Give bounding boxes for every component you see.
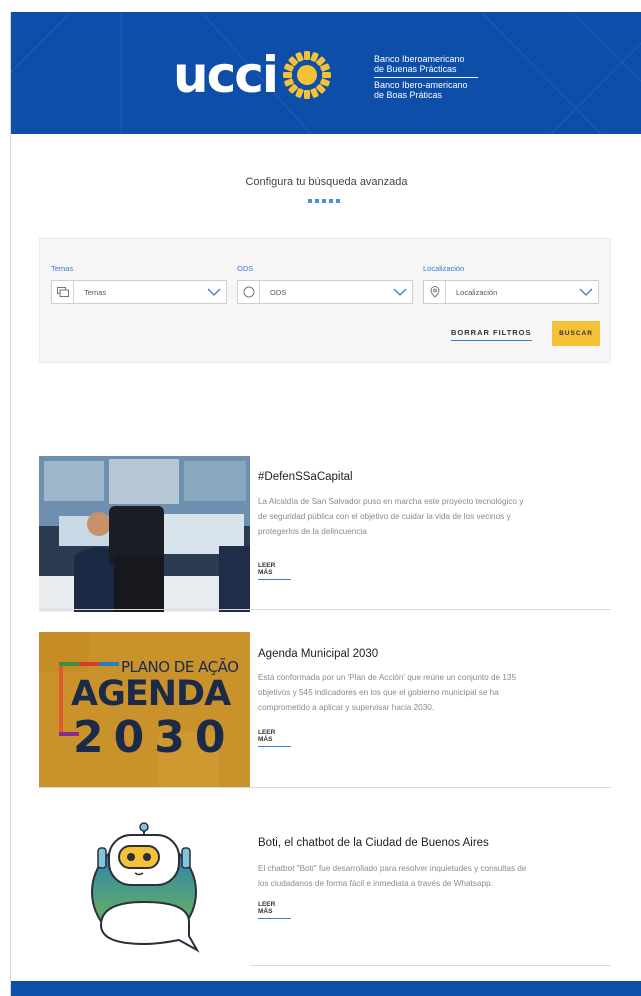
article-divider <box>39 609 611 610</box>
article-description: La Alcaldía de San Salvador puso en marc… <box>258 494 568 539</box>
temas-select[interactable]: Temas <box>51 280 227 304</box>
article-description: El chatbot "Boti" fue desarrollado para … <box>258 861 568 891</box>
article-description-line: La Alcaldía de San Salvador puso en marc… <box>258 497 524 506</box>
article-card: Boti, el chatbot de la Ciudad de Buenos … <box>39 810 611 970</box>
read-more-link[interactable]: LEER MÁS <box>258 729 291 747</box>
article-image-control-room[interactable] <box>39 456 250 612</box>
site-header: ucci Banco Iberoamericano de Buenas Prác… <box>11 12 641 134</box>
article-image-agenda-2030[interactable]: PLANO DE AÇÃO AGENDA 2030 <box>39 632 250 788</box>
article-description: Está conformada por un 'Plan de Acción' … <box>258 670 568 715</box>
sun-logo-icon <box>283 51 332 99</box>
article-card: PLANO DE AÇÃO AGENDA 2030 Agenda Municip… <box>39 632 611 790</box>
ucci-logo[interactable]: ucci <box>173 45 333 105</box>
advanced-search-panel: Temas Temas ODS ODS Localización Localiz… <box>39 238 611 363</box>
page: ucci Banco Iberoamericano de Buenas Prác… <box>10 12 641 996</box>
article-description-line: comprometido a aplicar y supervisar haci… <box>258 703 435 712</box>
chevron-down-icon <box>576 281 596 303</box>
search-title: Configura tu búsqueda avanzada <box>245 176 408 188</box>
logo-tagline: Banco Iberoamericano de Buenas Prácticas… <box>374 54 494 100</box>
tagline-es-line1: Banco Iberoamericano <box>374 54 465 64</box>
localizacion-label: Localización <box>423 264 465 273</box>
image-caption-agenda: AGENDA <box>71 674 231 714</box>
ods-select[interactable]: ODS <box>237 280 413 304</box>
map-pin-icon <box>424 281 446 303</box>
article-description-line: de seguridad pública con el objetivo de … <box>258 512 511 521</box>
tagline-pt-line2: de Boas Práticas <box>374 90 443 100</box>
circle-icon <box>238 281 260 303</box>
article-image-boti-chatbot[interactable] <box>39 810 250 966</box>
article-description-line: El chatbot "Boti" fue desarrollado para … <box>258 864 527 873</box>
article-description-line: los ciudadanos de forma fácil e inmediat… <box>258 879 493 888</box>
article-divider <box>39 787 611 788</box>
localizacion-select[interactable]: Localización <box>423 280 599 304</box>
article-description-line: Está conformada por un 'Plan de Acción' … <box>258 673 517 682</box>
temas-label: Temas <box>51 264 74 273</box>
localizacion-select-value: Localización <box>456 287 498 297</box>
logo-wordmark: ucci <box>173 46 279 104</box>
chevron-down-icon <box>390 281 410 303</box>
article-title[interactable]: Boti, el chatbot de la Ciudad de Buenos … <box>258 837 489 849</box>
article-description-line: objetivos y 545 indicadores en los que e… <box>258 688 499 697</box>
tagline-divider <box>374 77 478 78</box>
temas-select-value: Temas <box>84 287 107 297</box>
site-footer <box>11 981 641 996</box>
read-more-link[interactable]: LEER MÁS <box>258 562 291 580</box>
article-divider <box>250 965 611 966</box>
article-title[interactable]: #DefenSSaCapital <box>258 471 353 483</box>
clear-filters-button[interactable]: BORRAR FILTROS <box>451 328 532 341</box>
read-more-link[interactable]: LEER MÁS <box>258 901 291 919</box>
chevron-down-icon <box>204 281 224 303</box>
ods-label: ODS <box>237 264 254 273</box>
tagline-es-line2: de Buenas Prácticas <box>374 64 457 74</box>
search-button[interactable]: BUSCAR <box>552 321 600 346</box>
article-description-line: protegerlos de la delincuencia <box>258 527 367 536</box>
folders-icon <box>52 281 74 303</box>
tagline-pt-line1: Banco Ibero-americano <box>374 80 468 90</box>
ods-select-value: ODS <box>270 287 287 297</box>
article-title[interactable]: Agenda Municipal 2030 <box>258 648 378 660</box>
article-card: #DefenSSaCapital La Alcaldía de San Salv… <box>39 456 611 612</box>
title-dots-decoration <box>308 199 340 203</box>
image-caption-2030: 2030 <box>73 712 236 763</box>
